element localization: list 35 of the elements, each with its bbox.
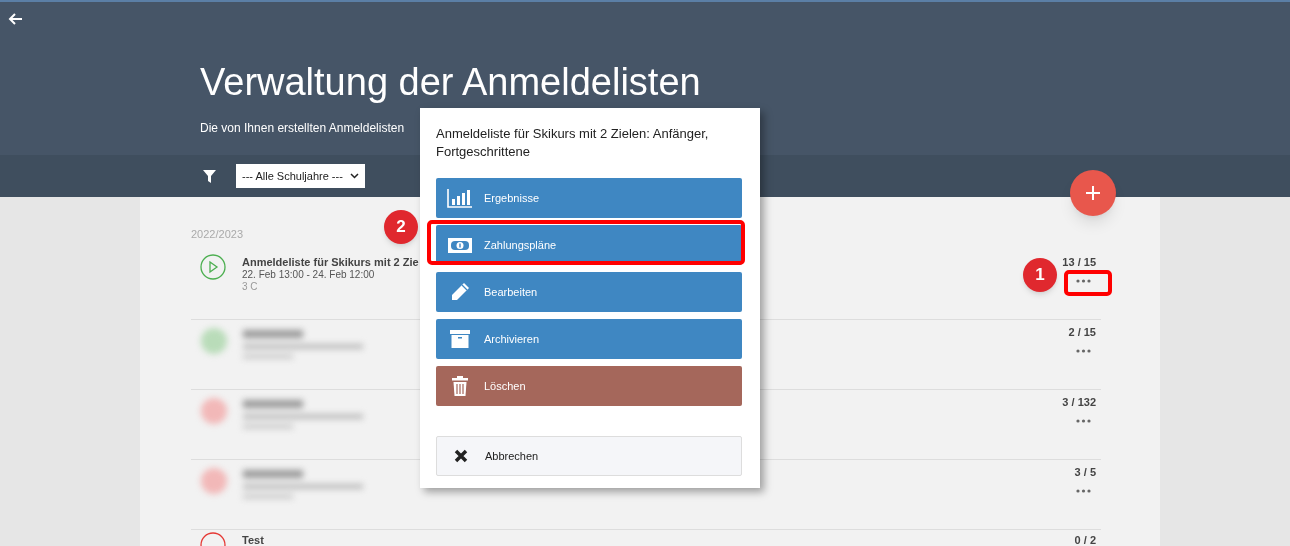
close-icon <box>454 449 468 463</box>
chart-icon <box>447 188 473 208</box>
participant-count: 13 / 15 <box>1062 255 1096 270</box>
menu-button[interactable]: Löschen <box>436 366 742 406</box>
highlight-frame <box>1064 270 1112 296</box>
more-icon <box>1075 419 1091 423</box>
participant-count: 3 / 132 <box>1062 395 1096 410</box>
school-year-dropdown[interactable]: --- Alle Schuljahre --- <box>236 164 365 188</box>
chevron-down-icon <box>350 173 359 179</box>
list-title[interactable]: Test <box>242 532 264 546</box>
menu-button[interactable]: Ergebnisse <box>436 178 742 218</box>
back-arrow-icon[interactable] <box>8 11 24 27</box>
box-icon <box>450 330 470 348</box>
list-class: 3 C <box>242 280 258 294</box>
more-icon <box>1075 349 1091 353</box>
page-title: Verwaltung der Anmeldelisten <box>200 60 702 104</box>
group-heading: 2022/2023 <box>191 227 243 242</box>
more-icon <box>1075 489 1091 493</box>
filter-icon <box>203 169 216 183</box>
banknote-icon <box>448 237 472 253</box>
menu-button[interactable]: Bearbeiten <box>436 272 742 312</box>
play-icon <box>200 254 226 280</box>
list-title[interactable]: Anmeldeliste für Skikurs mit 2 Zie <box>242 254 419 271</box>
menu-title: Anmeldeliste für Skikurs mit 2 Zielen: Anfänger, Fortgeschrittene <box>436 125 710 161</box>
participant-count: 3 / 5 <box>1074 465 1096 480</box>
menu-button[interactable]: Archivieren <box>436 319 742 359</box>
list-dates: 22. Feb 13:00 - 24. Feb 12:00 <box>242 268 375 282</box>
page-subtitle: Die von Ihnen erstellten Anmeldelisten <box>200 120 405 137</box>
cancel-button[interactable]: Abbrechen <box>436 436 742 476</box>
pencil-icon <box>450 282 470 302</box>
plus-icon <box>1085 185 1101 201</box>
more-icon <box>1075 279 1091 283</box>
trash-icon <box>452 376 468 396</box>
participant-count: 0 / 2 <box>1074 533 1096 546</box>
participant-count: 2 / 15 <box>1068 325 1096 340</box>
